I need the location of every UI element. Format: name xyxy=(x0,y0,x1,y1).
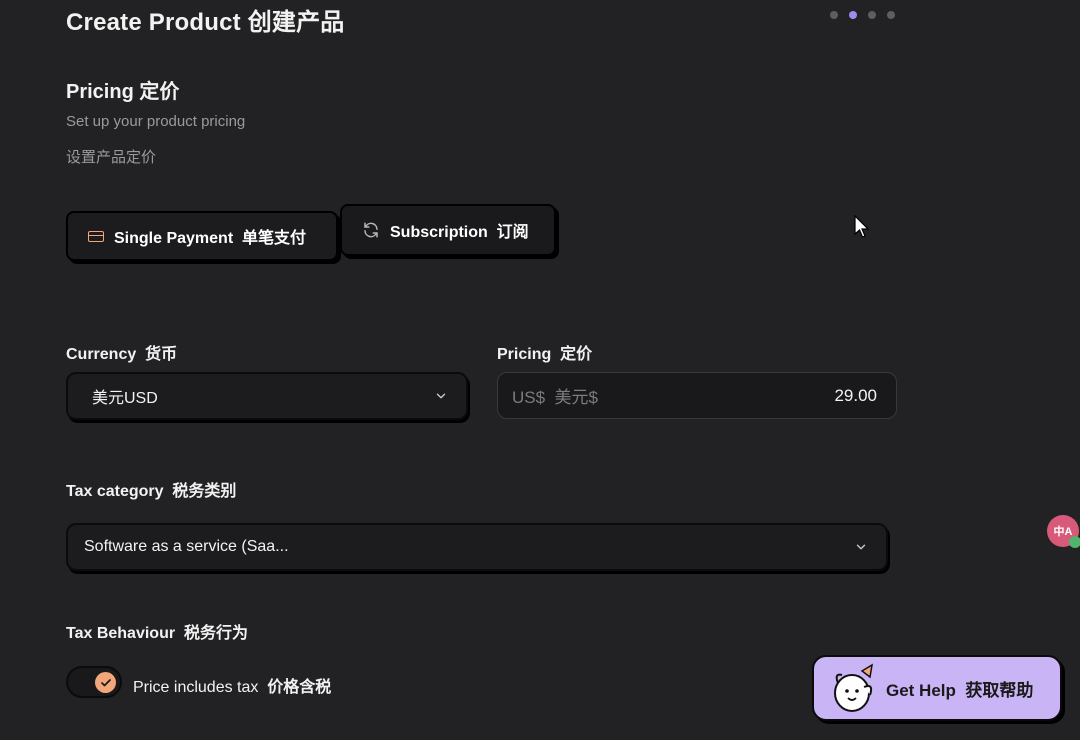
chevron-down-icon xyxy=(436,393,446,399)
credit-card-icon xyxy=(88,230,104,242)
price-currency-prefix: US$ 美元$ xyxy=(512,388,598,407)
price-value: 29.00 xyxy=(834,385,877,405)
step-dot-2-active[interactable] xyxy=(849,11,857,19)
toggle-label-cn: 价格含税 xyxy=(267,679,332,696)
section-title: Pricing 定价 xyxy=(66,81,180,103)
tax-behaviour-label: Tax Behaviour 税务行为 xyxy=(66,625,248,642)
tax-category-label: Tax category 税务类别 xyxy=(66,483,237,500)
toggle-knob xyxy=(95,672,116,693)
mouse-cursor-icon xyxy=(854,215,870,238)
get-help-button[interactable]: Get Help 获取帮助 xyxy=(812,655,1062,721)
mascot-icon xyxy=(834,663,874,712)
price-includes-tax-toggle[interactable] xyxy=(66,666,122,698)
translate-badge-text: 中A xyxy=(1053,526,1073,538)
chevron-down-icon xyxy=(856,544,866,550)
subscription-button[interactable]: Subscription 订阅 xyxy=(340,204,556,256)
tax-category-value: Software as a service (Saa... xyxy=(84,538,289,555)
price-includes-tax-label: Price includes tax 价格含税 xyxy=(133,673,331,697)
check-icon xyxy=(100,678,111,686)
price-input[interactable]: US$ 美元$ 29.00 xyxy=(497,372,897,419)
toggle-label-en: Price includes tax xyxy=(133,679,259,696)
step-dot-1[interactable] xyxy=(830,11,838,19)
get-help-label: Get Help 获取帮助 xyxy=(886,680,1034,700)
pricing-label: Pricing 定价 xyxy=(497,346,593,363)
subscription-label: Subscription 订阅 xyxy=(390,224,529,241)
refresh-icon xyxy=(364,222,378,238)
check-badge-icon xyxy=(1069,536,1080,548)
step-dot-3[interactable] xyxy=(868,11,876,19)
currency-select[interactable]: 美元USD xyxy=(66,372,468,420)
tax-category-select[interactable]: Software as a service (Saa... xyxy=(66,523,888,571)
currency-label: Currency 货币 xyxy=(66,346,178,363)
section-subtitle: Set up your product pricing xyxy=(66,113,246,130)
single-payment-button[interactable]: Single Payment 单笔支付 xyxy=(66,211,338,261)
single-payment-label: Single Payment 单笔支付 xyxy=(114,230,307,247)
currency-value: 美元USD xyxy=(92,390,158,407)
page-title: Create Product 创建产品 xyxy=(66,9,345,36)
step-indicator xyxy=(830,11,895,19)
section-subtitle-cn: 设置产品定价 xyxy=(66,149,157,166)
step-dot-4[interactable] xyxy=(887,11,895,19)
